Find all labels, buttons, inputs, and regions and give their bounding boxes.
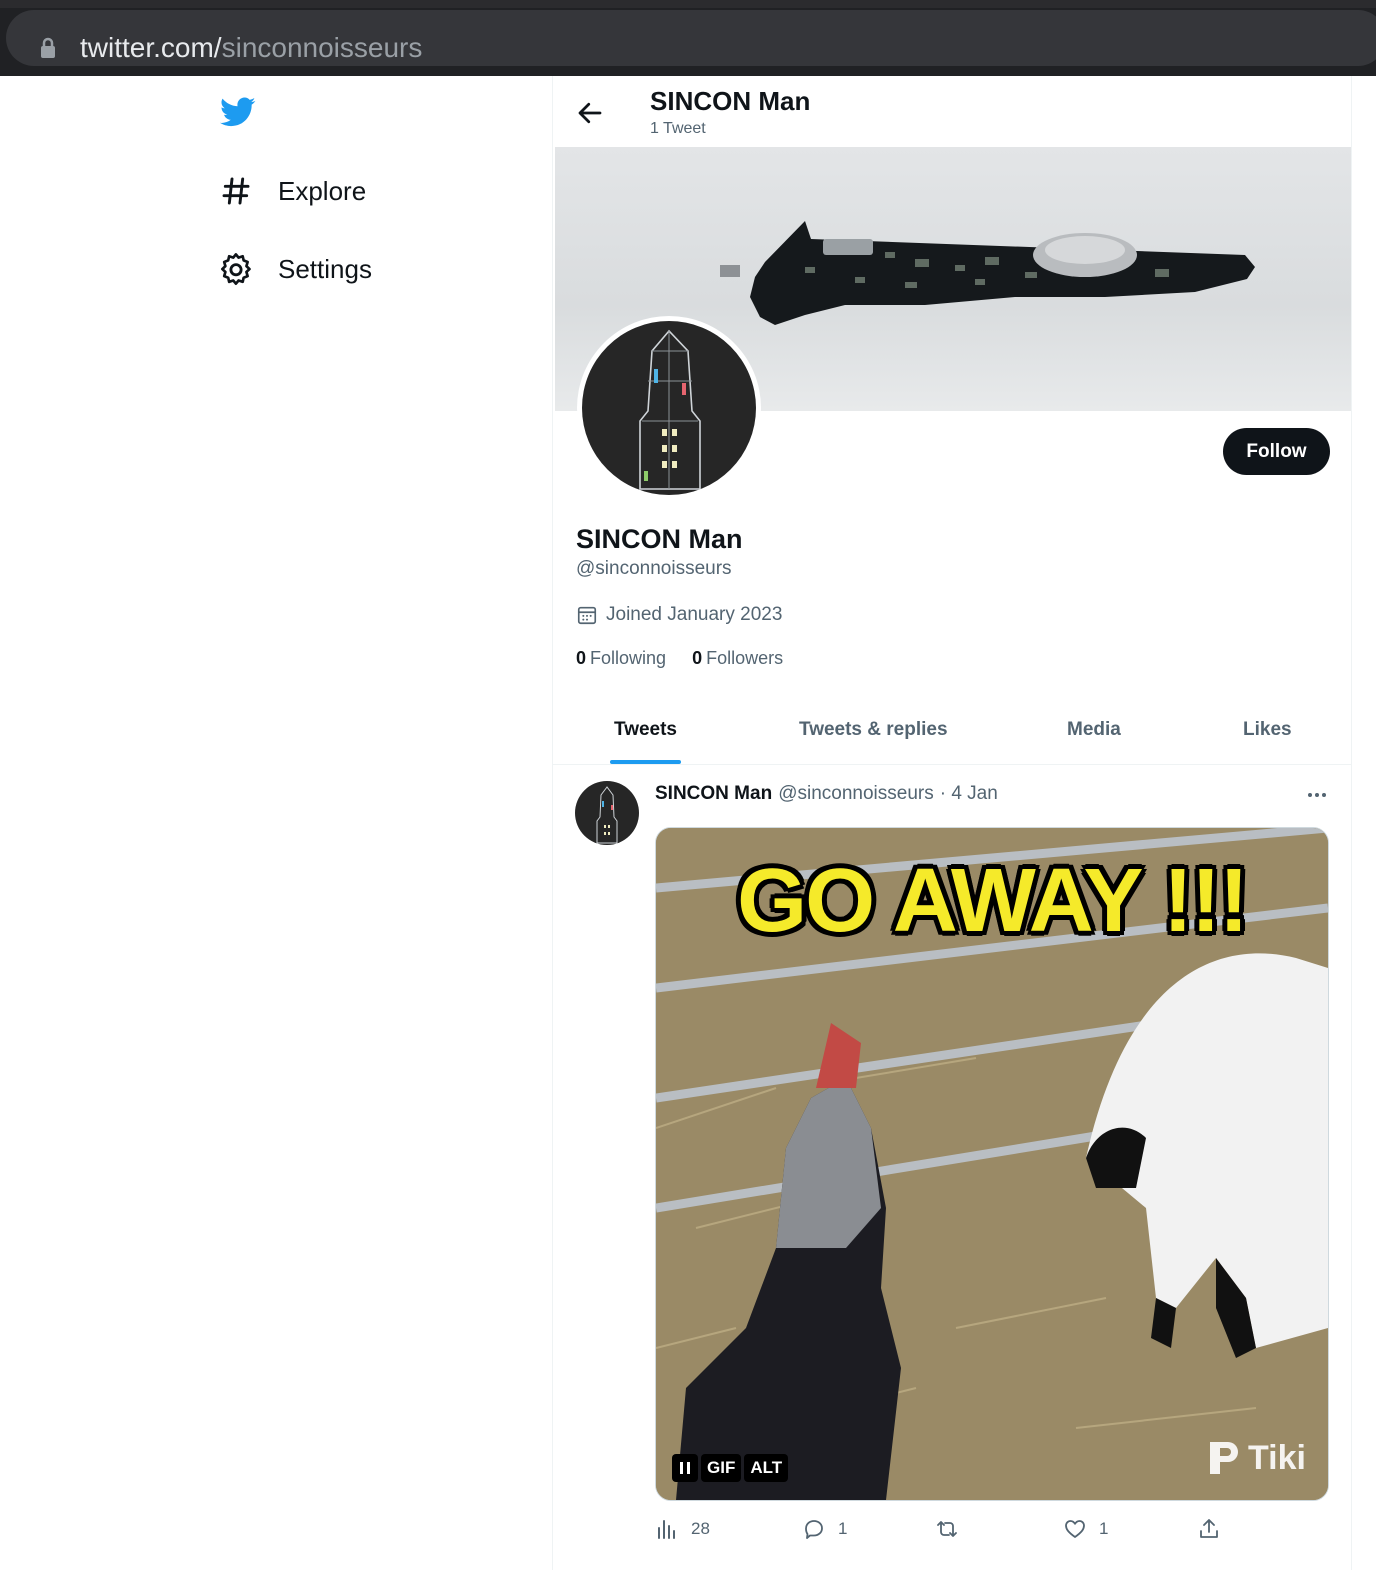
share-icon [1200, 1519, 1218, 1538]
profile-handle: @sinconnoisseurs [576, 558, 732, 579]
follow-button[interactable]: Follow [1223, 428, 1330, 475]
share-button[interactable] [1197, 1517, 1221, 1541]
tweet-header: SINCON Man @sinconnoisseurs · 4 Jan [655, 783, 998, 805]
tweet-author-name[interactable]: SINCON Man [655, 783, 772, 805]
retweet-icon [937, 1521, 957, 1537]
url-text: twitter.com/sinconnoisseurs [80, 30, 422, 66]
pause-icon [680, 1462, 690, 1474]
tab-media[interactable]: Media [1067, 696, 1121, 764]
sidebar-item-settings[interactable]: Settings [218, 251, 372, 287]
like-count: 1 [1099, 1519, 1109, 1538]
url-path: sinconnoisseurs [221, 32, 423, 63]
joined-text: Joined January 2023 [606, 604, 783, 625]
gif-caption: GO AWAY !!! [737, 851, 1249, 951]
retweet-button[interactable] [935, 1517, 971, 1541]
building-illustration [639, 329, 701, 490]
reply-icon [805, 1520, 823, 1539]
tab-label: Media [1067, 719, 1121, 740]
reply-button[interactable]: 1 [802, 1517, 847, 1541]
tab-likes[interactable]: Likes [1243, 696, 1292, 764]
browser-tab-strip [0, 0, 1376, 8]
profile-avatar[interactable] [577, 316, 761, 500]
reply-count: 1 [838, 1519, 848, 1538]
gear-icon [218, 251, 254, 287]
twitter-logo-icon[interactable] [218, 94, 258, 130]
joined-date: Joined January 2023 [576, 604, 782, 626]
gif-badge: GIF [701, 1454, 742, 1482]
tweet-card[interactable]: SINCON Man @sinconnoisseurs · 4 Jan GO A… [553, 765, 1351, 1570]
heart-icon [1065, 1520, 1085, 1538]
building-illustration [596, 786, 618, 844]
back-arrow-icon[interactable] [575, 98, 605, 128]
follow-stats: 0 Following 0 Followers [576, 648, 783, 669]
hashtag-icon [218, 173, 254, 209]
header-profile-name: SINCON Man [650, 86, 811, 116]
header-tweet-count: 1 Tweet [650, 120, 706, 137]
sidebar-item-explore[interactable]: Explore [218, 173, 366, 209]
more-options-icon[interactable] [1305, 783, 1329, 807]
alt-text-button[interactable]: ALT [744, 1454, 789, 1482]
like-button[interactable]: 1 [1063, 1517, 1108, 1541]
tiki-watermark: Tiki [1206, 1438, 1306, 1478]
profile-name: SINCON Man [576, 524, 743, 554]
followers-count: 0 [692, 648, 703, 668]
tab-label: Tweets [614, 719, 678, 740]
active-tab-indicator [610, 760, 682, 764]
watermark-text: Tiki [1248, 1438, 1306, 1477]
profile-column: SINCON Man 1 Tweet Follow SINCON Man @si… [552, 76, 1352, 1570]
gif-controls: GIF ALT [672, 1454, 789, 1482]
following-count: 0 [576, 648, 587, 668]
tweet-date[interactable]: · 4 Jan [940, 783, 998, 805]
tweet-author-handle[interactable]: @sinconnoisseurs [778, 783, 934, 805]
calendar-icon [577, 606, 597, 625]
tab-tweets[interactable]: Tweets [610, 696, 682, 764]
address-field[interactable]: twitter.com/sinconnoisseurs [6, 10, 1376, 66]
followers-link[interactable]: 0 Followers [692, 648, 783, 669]
tweet-actions: 28 1 1 [655, 1517, 1327, 1547]
tweet-gif[interactable]: GO AWAY !!! GIF ALT Tiki [655, 827, 1329, 1501]
browser-url-bar: twitter.com/sinconnoisseurs [0, 0, 1376, 76]
url-host: twitter.com/ [80, 32, 222, 63]
followers-label: Followers [706, 648, 784, 668]
profile-header-bar: SINCON Man 1 Tweet [553, 76, 1351, 146]
pause-button[interactable] [672, 1454, 698, 1482]
tiki-logo-icon [1210, 1442, 1239, 1474]
lock-icon [41, 37, 55, 58]
views-button[interactable]: 28 [655, 1517, 710, 1541]
tab-tweets-and-replies[interactable]: Tweets & replies [799, 696, 948, 764]
following-label: Following [590, 648, 667, 668]
following-link[interactable]: 0 Following [576, 648, 666, 669]
analytics-icon [658, 1520, 675, 1539]
profile-tabs: Tweets Tweets & replies Media Likes [553, 696, 1351, 765]
tab-label: Tweets & replies [799, 719, 948, 740]
views-count: 28 [691, 1519, 710, 1538]
sidebar-item-label: Settings [278, 253, 372, 284]
sidebar-item-label: Explore [278, 175, 367, 206]
tab-label: Likes [1243, 719, 1292, 740]
tweet-avatar[interactable] [575, 781, 639, 845]
